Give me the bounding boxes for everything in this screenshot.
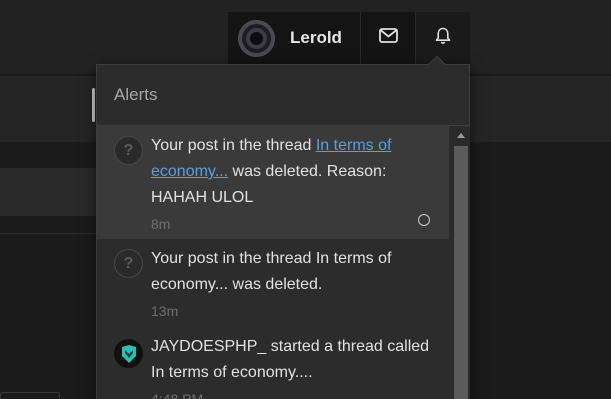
alerts-scrollbar[interactable] (452, 127, 470, 399)
alert-item[interactable]: ? Your post in the thread In terms of ec… (97, 126, 449, 239)
alert-item[interactable]: ? Your post in the thread In terms of ec… (97, 239, 449, 327)
username: Lerold (290, 28, 342, 47)
alert-item[interactable]: JAYDOESPHP_ started a thread called In t… (97, 327, 449, 399)
background-panel (0, 168, 98, 216)
alerts-button[interactable] (415, 12, 470, 64)
account-link[interactable]: Lerold (228, 12, 360, 64)
mark-read-toggle[interactable] (418, 214, 430, 226)
question-mark-icon: ? (114, 136, 143, 165)
alert-time: 13m (151, 303, 179, 319)
alert-text-prefix: Your post in the thread (151, 137, 316, 154)
alerts-title: Alerts (97, 65, 469, 126)
envelope-icon (378, 28, 398, 48)
shield-logo-icon[interactable] (114, 339, 143, 368)
bell-icon (435, 27, 451, 50)
alerts-dropdown: Alerts ? Your post in the thread In term… (96, 55, 470, 399)
question-mark-icon: ? (114, 249, 143, 278)
alerts-list: ? Your post in the thread In terms of ec… (97, 126, 469, 399)
alert-time: 8m (151, 216, 171, 232)
avatar (238, 19, 275, 57)
background-button (0, 392, 60, 399)
alert-text: Your post in the thread In terms of econ… (151, 250, 392, 293)
alert-time: 4:48 PM (151, 391, 204, 399)
alert-text: Your post in the thread In terms of econ… (151, 133, 435, 211)
scrollbar-thumb[interactable] (454, 146, 468, 399)
alert-text: JAYDOESPHP_ started a thread called In t… (151, 338, 430, 381)
scroll-up-arrow-icon[interactable] (457, 133, 465, 138)
user-bar: Lerold (228, 12, 470, 64)
page-accent-bar (92, 88, 95, 122)
inbox-button[interactable] (360, 12, 415, 64)
background-divider (0, 233, 98, 234)
